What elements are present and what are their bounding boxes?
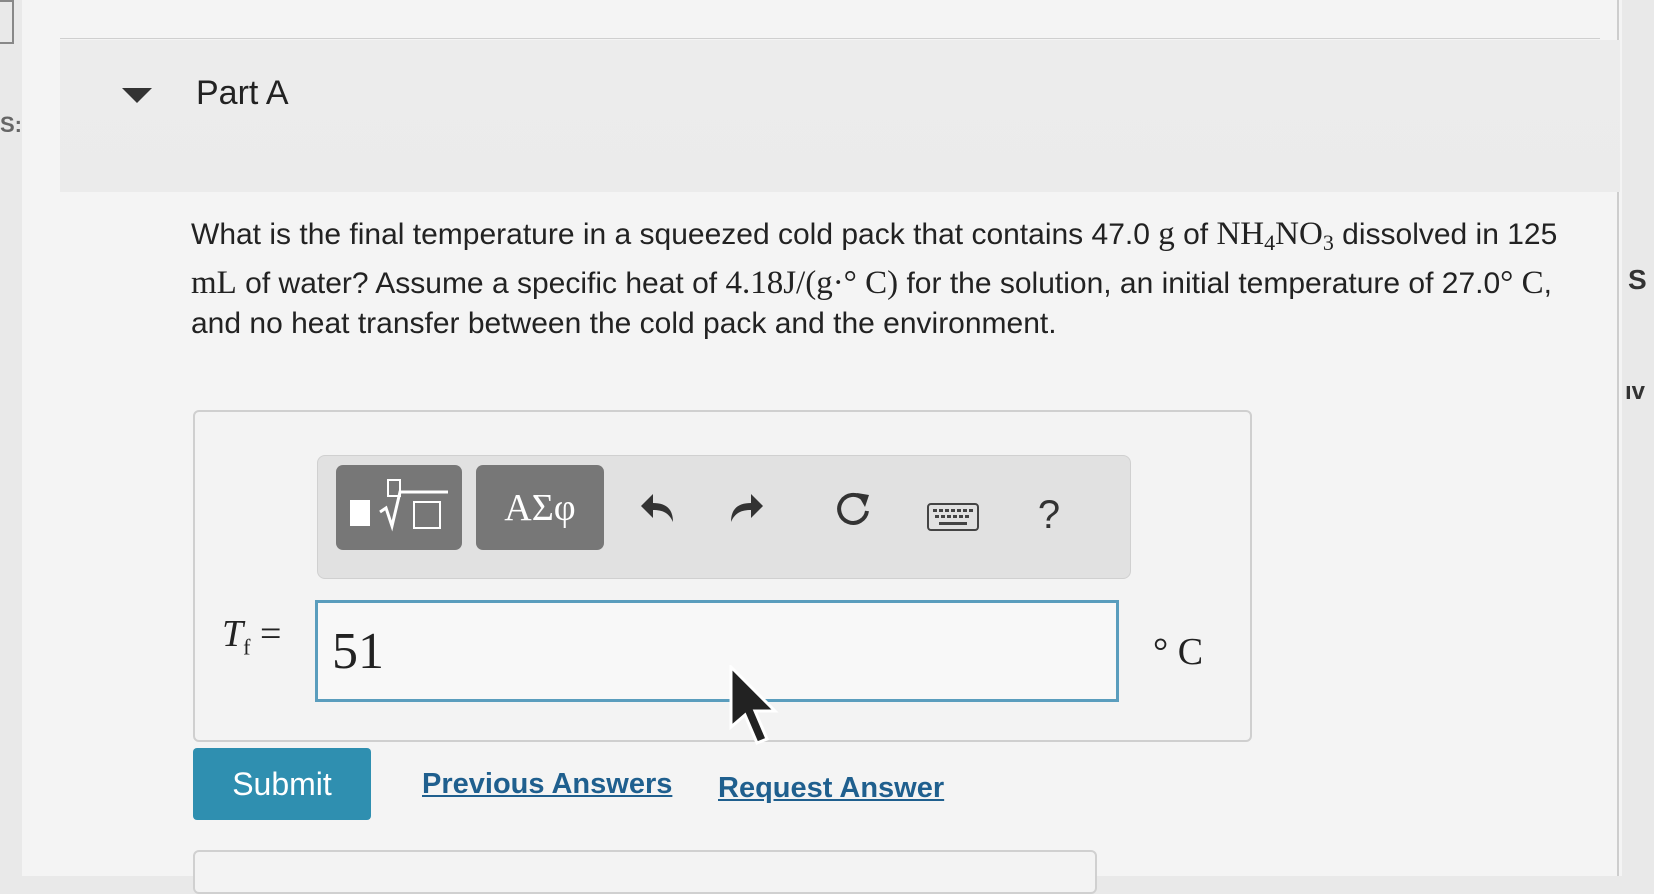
help-button[interactable]: ? bbox=[1034, 490, 1064, 540]
submit-button[interactable]: Submit bbox=[193, 748, 371, 820]
part-header[interactable] bbox=[60, 40, 1620, 192]
variable-label: Tf = bbox=[222, 613, 282, 660]
templates-button[interactable] bbox=[336, 465, 462, 550]
keyboard-icon[interactable] bbox=[926, 500, 980, 534]
unit-label: ° C bbox=[1153, 631, 1204, 673]
greek-symbols-button[interactable]: ΑΣφ bbox=[476, 465, 604, 550]
request-answer-link[interactable]: Request Answer bbox=[718, 772, 944, 805]
templates-icon bbox=[350, 478, 448, 531]
question-text: What is the final temperature in a squee… bbox=[191, 216, 1558, 340]
left-edge-text: S: bbox=[0, 112, 22, 137]
previous-answers-link[interactable]: Previous Answers bbox=[422, 768, 672, 801]
collapse-caret-icon[interactable] bbox=[122, 88, 152, 103]
part-title: Part A bbox=[196, 74, 289, 112]
next-part-box bbox=[193, 850, 1097, 894]
redo-icon[interactable] bbox=[722, 488, 768, 528]
top-divider bbox=[60, 38, 1600, 39]
undo-icon[interactable] bbox=[636, 488, 682, 528]
right-edge-s: S bbox=[1628, 264, 1647, 295]
right-edge-iv: ıv bbox=[1625, 378, 1646, 405]
mouse-cursor-icon bbox=[727, 663, 787, 754]
answer-input[interactable] bbox=[315, 600, 1119, 702]
reset-icon[interactable] bbox=[829, 486, 877, 532]
window-edge-mark bbox=[0, 0, 14, 44]
